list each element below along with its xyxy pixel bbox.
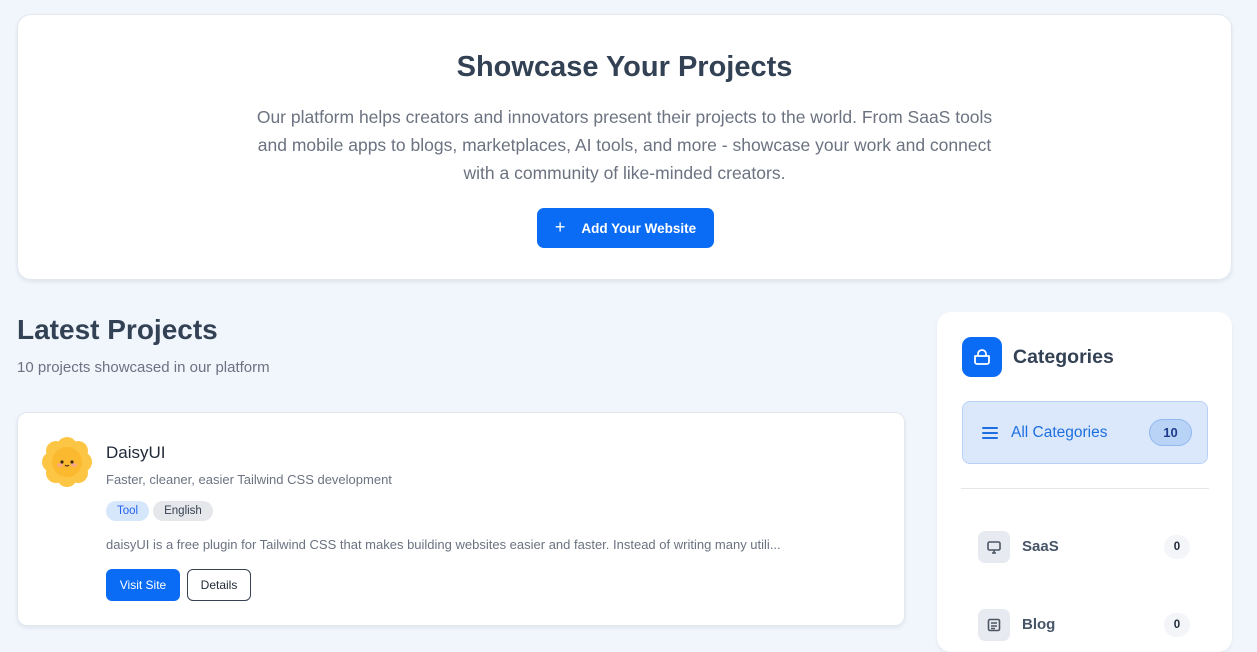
tag-language: English <box>153 501 213 521</box>
category-item-saas[interactable]: SaaS 0 <box>978 530 1190 564</box>
latest-projects-subtitle: 10 projects showcased in our platform <box>17 359 270 376</box>
categories-title: Categories <box>1013 346 1114 368</box>
list-icon <box>982 426 998 445</box>
details-button[interactable]: Details <box>187 569 251 601</box>
divider <box>961 488 1209 489</box>
project-name: DaisyUI <box>106 443 166 462</box>
hero-description: Our platform helps creators and innovato… <box>256 107 993 183</box>
all-categories-count: 10 <box>1149 419 1192 446</box>
monitor-icon <box>978 531 1010 563</box>
add-website-label: Add Your Website <box>581 220 697 236</box>
plus-icon: + <box>554 217 566 237</box>
hero-title: Showcase Your Projects <box>456 51 793 83</box>
all-categories-label: All Categories <box>1011 424 1108 441</box>
latest-projects-title: Latest Projects <box>17 314 218 345</box>
categories-sidebar: Categories All Categories 10 SaaS 0 Blog… <box>937 312 1232 652</box>
newspaper-icon <box>978 609 1010 641</box>
basket-icon <box>962 337 1002 377</box>
tag-tool: Tool <box>106 501 150 521</box>
visit-site-button[interactable]: Visit Site <box>106 569 180 601</box>
project-tagline: Faster, cleaner, easier Tailwind CSS dev… <box>106 472 392 487</box>
category-count: 0 <box>1164 535 1190 559</box>
category-label: Blog <box>1022 616 1056 633</box>
category-label: SaaS <box>1022 538 1059 555</box>
daisy-flower-logo <box>42 437 92 487</box>
hero-section: Showcase Your Projects Our platform help… <box>17 14 1232 280</box>
category-item-blog[interactable]: Blog 0 <box>978 608 1190 642</box>
all-categories-item[interactable]: All Categories 10 <box>962 401 1208 464</box>
add-website-button[interactable]: + Add Your Website <box>537 208 714 248</box>
project-card: DaisyUI Faster, cleaner, easier Tailwind… <box>17 412 905 626</box>
project-description: daisyUI is a free plugin for Tailwind CS… <box>106 537 781 552</box>
category-count: 0 <box>1164 613 1190 637</box>
project-tags: Tool English <box>106 501 213 521</box>
